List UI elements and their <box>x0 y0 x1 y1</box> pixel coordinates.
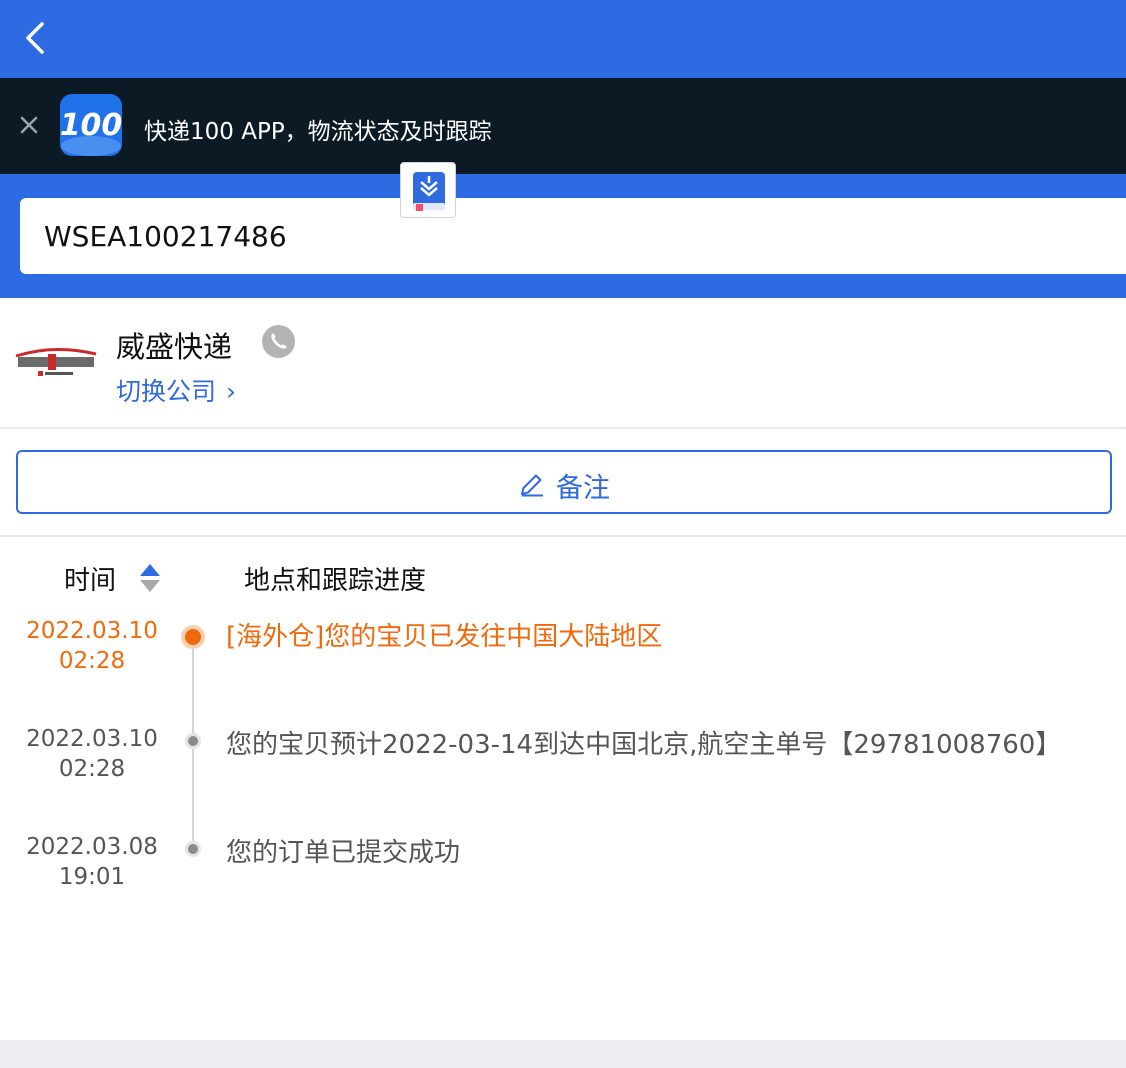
note-button[interactable]: 备注 <box>16 450 1112 514</box>
banner-text[interactable]: 快递100 APP，物流状态及时跟踪 <box>144 112 492 146</box>
timeline-dot <box>185 841 201 857</box>
company-name: 威盛快递 <box>116 330 233 364</box>
tracking-row-text: 您的宝贝预计2022-03-14到达中国北京,航空主单号【29781008760… <box>226 730 1062 760</box>
tracking-date: 2022.03.10 <box>26 618 158 644</box>
timeline-dot-active <box>181 625 205 649</box>
switch-company-label: 切换公司 <box>116 377 217 406</box>
phone-icon[interactable] <box>262 325 295 358</box>
book-icon[interactable] <box>400 162 456 218</box>
chevron-left-icon[interactable] <box>18 18 58 58</box>
sort-icon[interactable] <box>138 562 162 594</box>
tracking-row-time: 2022.03.10 02:28 <box>10 724 174 784</box>
tracking-row-time: 2022.03.10 02:28 <box>10 616 174 676</box>
column-header-location: 地点和跟踪进度 <box>244 566 427 596</box>
tracking-time: 19:01 <box>58 864 126 890</box>
kuaidi100-logo[interactable]: 100 <box>60 94 122 156</box>
switch-company-link[interactable]: 切换公司 › <box>116 372 236 408</box>
tracking-date: 2022.03.08 <box>26 834 158 860</box>
footer-bar <box>0 1040 1126 1068</box>
tracking-number-input[interactable] <box>20 198 1126 274</box>
chevron-right-icon: › <box>226 377 237 406</box>
tracking-date: 2022.03.10 <box>26 726 158 752</box>
tracking-row-text: [海外仓]您的宝贝已发往中国大陆地区 <box>226 622 663 652</box>
search-area <box>0 162 1126 298</box>
column-header-time: 时间 <box>64 566 117 596</box>
company-logo <box>15 348 97 376</box>
tracking-time: 02:28 <box>58 648 126 674</box>
tracking-time: 02:28 <box>58 756 126 782</box>
tracking-row-time: 2022.03.08 19:01 <box>10 832 174 892</box>
note-label: 备注 <box>556 473 610 504</box>
pencil-icon <box>521 474 543 497</box>
close-icon[interactable] <box>14 110 44 140</box>
divider <box>0 535 1126 537</box>
courier-company: 威盛快递 切换公司 › <box>0 298 1126 429</box>
app-banner: 100 快递100 APP，物流状态及时跟踪 <box>0 78 1126 174</box>
top-bar <box>0 0 1126 78</box>
logo-text: 100 <box>60 108 122 143</box>
tracking-row-text: 您的订单已提交成功 <box>226 838 461 868</box>
timeline-dot <box>185 733 201 749</box>
